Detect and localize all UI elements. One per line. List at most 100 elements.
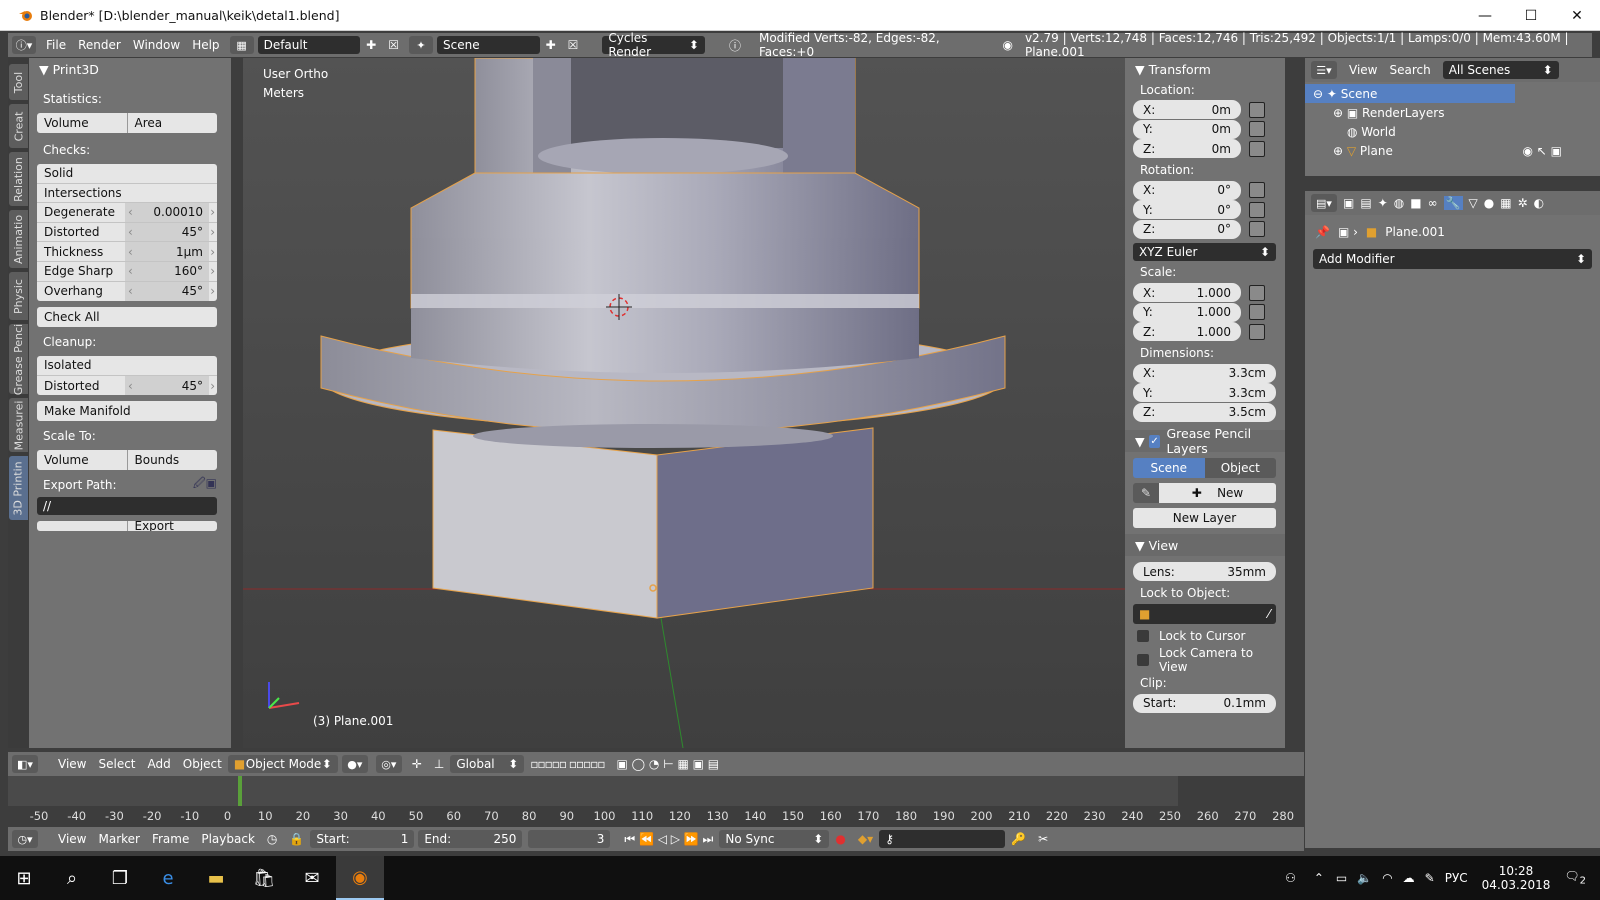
- transform-header[interactable]: ▼ Transform: [1125, 58, 1285, 80]
- overhang-row[interactable]: Overhang45°: [37, 281, 217, 302]
- location-z-field[interactable]: Z: 0m: [1133, 139, 1241, 159]
- keying-set-field[interactable]: ⚷: [879, 830, 1006, 848]
- timeline-editor-type-icon[interactable]: ◷▾: [12, 830, 38, 848]
- add-scene-icon[interactable]: ✚: [540, 36, 562, 54]
- 3d-viewport[interactable]: User Ortho Meters (3) Plane.001: [243, 58, 1125, 748]
- wifi-icon[interactable]: ◠: [1382, 871, 1392, 885]
- outliner-item-plane[interactable]: ⊕ ▽ Plane ◉ ↖ ▣: [1305, 141, 1600, 160]
- pen-icon[interactable]: ✎: [1425, 871, 1435, 885]
- remove-layout-icon[interactable]: ☒: [382, 36, 405, 54]
- edge-sharp-row[interactable]: Edge Sharp160°: [37, 261, 217, 282]
- rotation-mode-select[interactable]: XYZ Euler ⬍: [1133, 243, 1276, 261]
- lock-icon[interactable]: [1249, 304, 1265, 321]
- battery-icon[interactable]: ▭: [1336, 871, 1347, 885]
- scene-field[interactable]: Scene: [437, 36, 540, 54]
- world-tab-icon[interactable]: ◍: [1394, 196, 1404, 210]
- lock-icon[interactable]: [1249, 121, 1265, 138]
- eyedropper-icon[interactable]: 🖉▣: [193, 474, 217, 495]
- tab-3d-printing[interactable]: 3D Printin: [9, 456, 28, 520]
- clip-start-field[interactable]: Start: 0.1mm: [1133, 693, 1276, 713]
- sync-select[interactable]: No Sync ⬍: [719, 830, 830, 848]
- tab-measure[interactable]: Measurei: [9, 398, 28, 452]
- area-button[interactable]: Area: [127, 113, 217, 133]
- remove-scene-icon[interactable]: ☒: [562, 36, 585, 54]
- outliner-filter-select[interactable]: All Scenes ⬍: [1442, 61, 1559, 79]
- volume-icon[interactable]: 🔈: [1357, 871, 1372, 885]
- distorted-value[interactable]: 45°: [125, 222, 215, 242]
- outliner-view-menu[interactable]: View: [1349, 63, 1377, 77]
- delete-key-icon[interactable]: ✂: [1032, 830, 1054, 848]
- end-frame-field[interactable]: End: 250: [418, 830, 523, 848]
- local-view-icon[interactable]: ▣ ◯ ◔ ⊢ ▦ ▣ ▤: [611, 755, 726, 773]
- new-layer-button[interactable]: New Layer: [1133, 508, 1276, 528]
- scale-y-field[interactable]: Y: 1.000: [1133, 302, 1241, 322]
- degenerate-value[interactable]: 0.00010: [125, 203, 215, 222]
- rotation-x-field[interactable]: X: 0°: [1133, 180, 1241, 200]
- tl-menu-frame[interactable]: Frame: [146, 830, 195, 848]
- isolated-button[interactable]: Isolated: [37, 356, 217, 376]
- minimize-button[interactable]: —: [1462, 0, 1508, 31]
- eyedropper-icon[interactable]: ⁄: [1268, 607, 1270, 621]
- timeline[interactable]: -50 -40 -30 -20 -10 0 10 20 30 40 50 60 70 80 90 100 110…: [8, 776, 1304, 824]
- cleanup-distorted-value[interactable]: 45°: [125, 375, 215, 396]
- file-explorer-icon[interactable]: ▬: [192, 856, 240, 900]
- transform-orientation-icon[interactable]: ⊥: [428, 755, 450, 773]
- lock-icon[interactable]: [1249, 201, 1265, 218]
- record-icon[interactable]: ●: [829, 830, 851, 848]
- print3d-header[interactable]: ▼ Print3D: [29, 58, 231, 80]
- outliner-item-renderlayers[interactable]: ⊕ ▣ RenderLayers: [1305, 103, 1600, 122]
- constraints-tab-icon[interactable]: ∞: [1428, 196, 1438, 210]
- export-path-input[interactable]: //: [37, 497, 217, 516]
- orientation-select[interactable]: Global ⬍: [450, 755, 525, 773]
- scale-bounds-button[interactable]: Bounds: [127, 450, 217, 471]
- distorted-row[interactable]: Distorted45°: [37, 222, 217, 243]
- menu-window[interactable]: Window: [127, 36, 186, 54]
- tab-physics[interactable]: Physic: [9, 272, 28, 320]
- mode-select[interactable]: ■ Object Mode ⬍: [227, 755, 338, 773]
- cleanup-distorted-row[interactable]: Distorted45°: [37, 375, 217, 396]
- clock[interactable]: 10:28 04.03.2018: [1482, 864, 1551, 892]
- edge-sharp-value[interactable]: 160°: [125, 261, 215, 281]
- lock-icon[interactable]: [1249, 182, 1265, 199]
- menu-select[interactable]: Select: [92, 755, 141, 773]
- info-editor-type-icon[interactable]: ⓘ▾: [12, 36, 37, 54]
- grease-pencil-header[interactable]: ▼ ✓ Grease Pencil Layers: [1125, 426, 1285, 456]
- checkbox-checked-icon[interactable]: ✓: [1148, 434, 1161, 448]
- scale-x-field[interactable]: X: 1.000: [1133, 283, 1241, 303]
- dimension-x-field[interactable]: X: 3.3cm: [1133, 363, 1276, 383]
- pencil-icon[interactable]: ✎: [1133, 483, 1159, 503]
- start-frame-field[interactable]: Start: 1: [310, 830, 415, 848]
- people-icon[interactable]: ⚇: [1285, 871, 1296, 885]
- thickness-value[interactable]: 1µm: [125, 242, 215, 261]
- properties-editor-type-icon[interactable]: ▤▾: [1311, 194, 1337, 212]
- mail-icon[interactable]: ✉: [288, 856, 336, 900]
- overhang-value[interactable]: 45°: [125, 281, 215, 302]
- texture-tab-icon[interactable]: ▦: [1500, 196, 1511, 210]
- tab-relation[interactable]: Relation: [9, 152, 28, 206]
- clock-icon[interactable]: ◷: [261, 830, 283, 848]
- edge-browser-icon[interactable]: e: [144, 856, 192, 900]
- lock-icon[interactable]: [1249, 221, 1265, 238]
- rotation-z-field[interactable]: Z: 0°: [1133, 219, 1241, 239]
- data-tab-icon[interactable]: ▽: [1469, 196, 1478, 210]
- dimension-z-field[interactable]: Z: 3.5cm: [1133, 402, 1276, 422]
- menu-file[interactable]: File: [40, 36, 72, 54]
- renderlayers-tab-icon[interactable]: ▤: [1360, 196, 1371, 210]
- scale-z-field[interactable]: Z: 1.000: [1133, 322, 1241, 342]
- screen-layout-icon[interactable]: ▦: [229, 36, 254, 54]
- scale-volume-button[interactable]: Volume: [37, 450, 128, 471]
- tl-menu-view[interactable]: View: [52, 830, 92, 848]
- pivot-select-icon[interactable]: ◎▾: [375, 755, 402, 773]
- keyframe-icon[interactable]: ◆▾: [852, 830, 879, 848]
- menu-view[interactable]: View: [52, 755, 92, 773]
- grease-object-tab[interactable]: Object: [1204, 458, 1276, 478]
- lock-icon[interactable]: [1249, 140, 1265, 157]
- view-panel-header[interactable]: ▼ View: [1125, 534, 1285, 556]
- windows-start-icon[interactable]: ⊞: [0, 856, 48, 900]
- 3d-view-editor-type-icon[interactable]: ◧▾: [12, 755, 38, 773]
- current-frame-field[interactable]: 3: [528, 830, 611, 848]
- check-all-button[interactable]: Check All: [37, 307, 217, 328]
- intersections-button[interactable]: Intersections: [37, 183, 217, 204]
- tab-tool[interactable]: Tool: [9, 64, 28, 100]
- lock-to-cursor-checkbox[interactable]: Lock to Cursor: [1125, 624, 1285, 648]
